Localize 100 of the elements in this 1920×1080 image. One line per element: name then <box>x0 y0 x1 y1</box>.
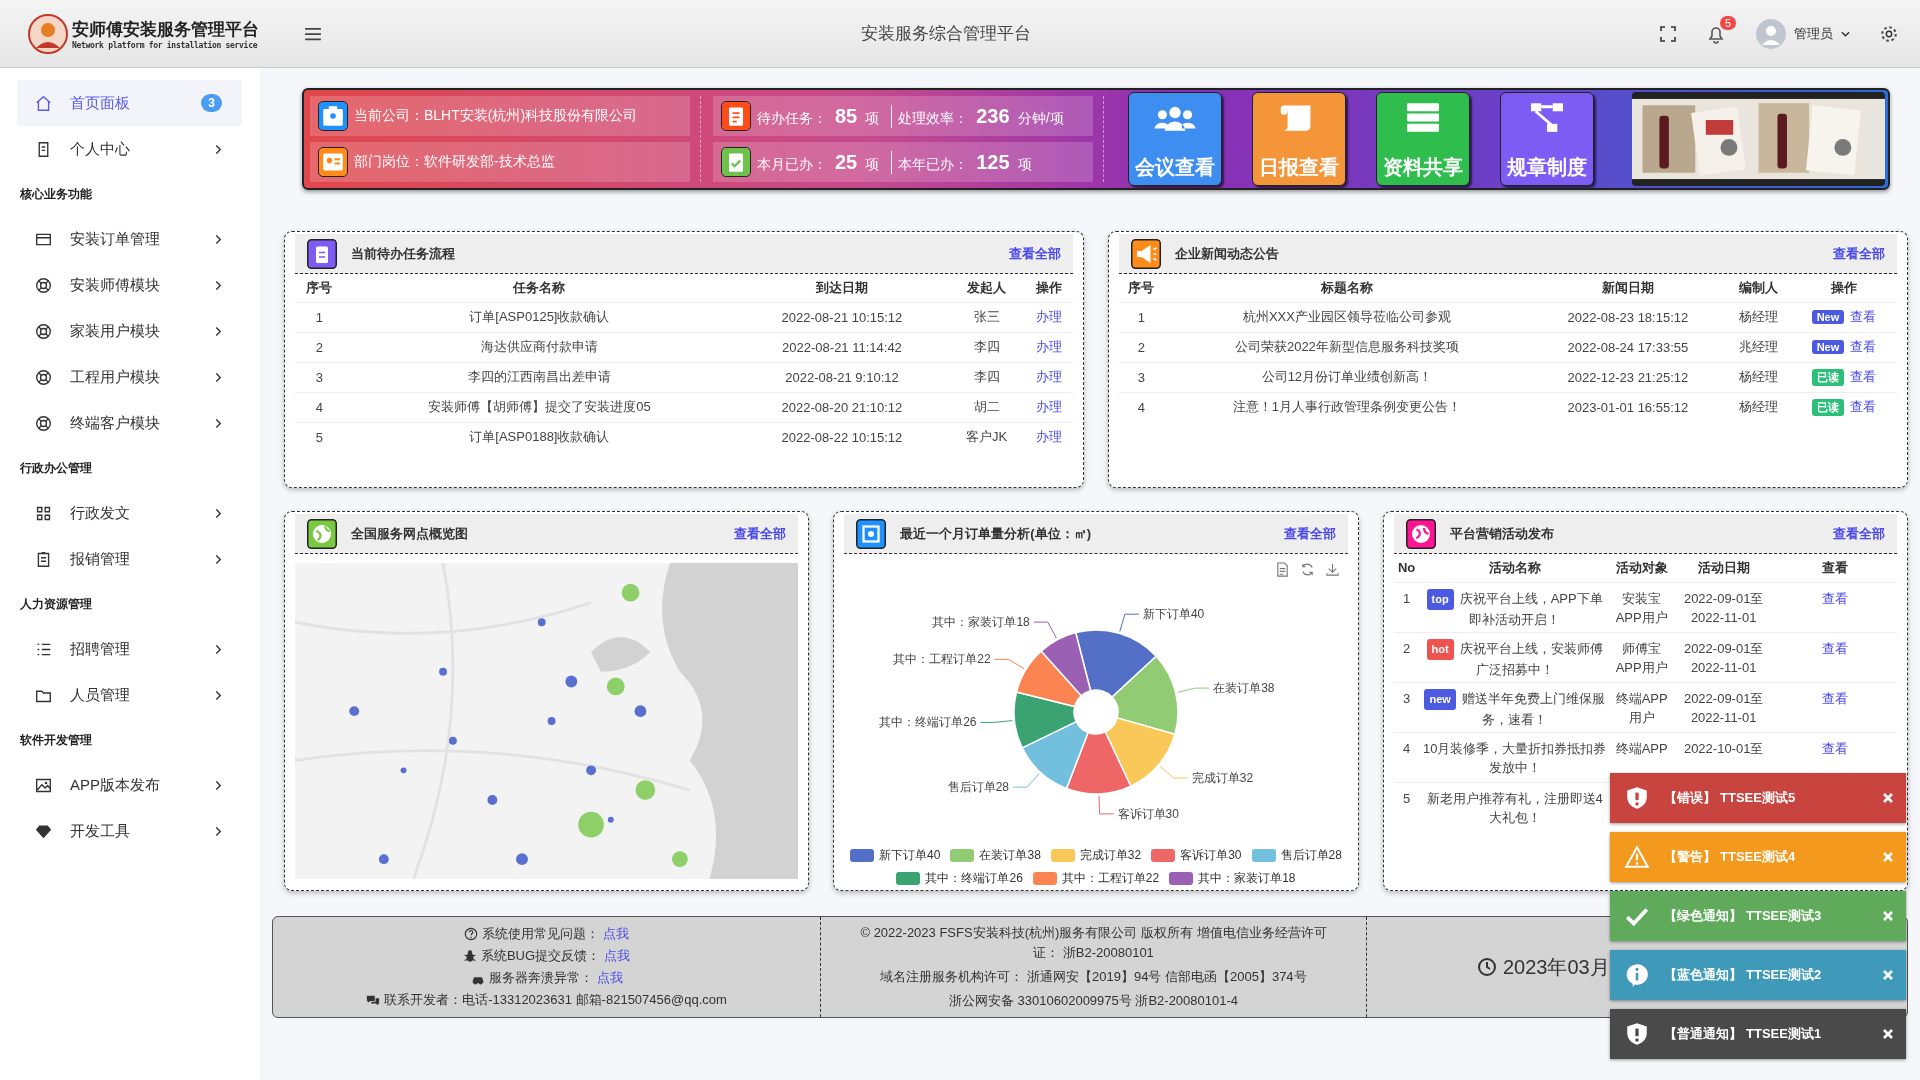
footer-link[interactable]: 点我 <box>604 947 631 965</box>
data-label: 其中：终端订单26 <box>879 715 977 730</box>
legend-swatch[interactable] <box>1151 849 1176 862</box>
leader-line <box>1119 613 1140 632</box>
fullscreen-icon[interactable] <box>1660 25 1676 42</box>
column-header: 操作 <box>1790 274 1897 302</box>
legend-label[interactable]: 新下订单40 <box>879 847 941 864</box>
legend-label[interactable]: 其中：家装订单18 <box>1198 870 1296 887</box>
table-cell: 2022-09-01至2022-11-01 <box>1673 582 1774 632</box>
bug-icon <box>462 949 477 963</box>
action-link[interactable]: 查看 <box>1850 309 1877 324</box>
column-header: 新闻日期 <box>1530 274 1726 302</box>
sidebar-item[interactable]: 安装师傅模块 <box>17 262 242 308</box>
sidebar-item[interactable]: 报销管理 <box>17 536 242 582</box>
data-label: 其中：工程订单22 <box>893 652 991 667</box>
leader-line <box>994 658 1025 670</box>
action-link[interactable]: 查看 <box>1849 369 1876 384</box>
legend-swatch[interactable] <box>850 849 875 862</box>
close-icon[interactable] <box>1882 1028 1894 1040</box>
sidebar-item[interactable]: 开发工具 <box>17 808 242 854</box>
action-link[interactable]: 查看 <box>1822 640 1849 656</box>
sidebar-item[interactable]: 人员管理 <box>17 672 242 718</box>
refresh-icon[interactable] <box>1299 562 1315 577</box>
sidebar-item[interactable]: APP版本发布 <box>17 762 242 808</box>
table-cell: 杨经理 <box>1725 302 1791 332</box>
sidebar-item[interactable]: 行政发文 <box>17 490 242 536</box>
legend-swatch[interactable] <box>1251 849 1276 862</box>
table-cell: 1 <box>1119 302 1164 332</box>
legend-swatch[interactable] <box>1032 872 1057 885</box>
info-icon <box>1624 962 1650 988</box>
action-link[interactable]: 办理 <box>1035 429 1062 445</box>
info-text: 部门岗位：软件研发部-技术总监 <box>354 153 555 171</box>
table-cell: 订单[ASP0125]收款确认 <box>343 302 736 332</box>
document-icon[interactable] <box>1274 562 1290 577</box>
chevron-icon <box>215 143 222 155</box>
caret-icon[interactable] <box>1841 30 1850 37</box>
status-tag: New <box>1811 340 1845 354</box>
column-header: 任务名称 <box>343 274 736 302</box>
settings-icon[interactable] <box>1880 24 1898 43</box>
table-cell: 2 <box>1119 332 1164 362</box>
footer-link[interactable]: 点我 <box>596 969 623 987</box>
legend-label[interactable]: 完成订单32 <box>1079 847 1142 864</box>
legend-swatch[interactable] <box>950 849 975 862</box>
stat-label: 处理效率： <box>898 109 969 128</box>
sidebar-item[interactable]: 首页面板 3 <box>17 80 242 126</box>
chevron-icon <box>215 279 222 291</box>
view-all-link[interactable]: 查看全部 <box>1833 524 1885 543</box>
menu-icon[interactable] <box>304 26 322 41</box>
legend-swatch[interactable] <box>1169 872 1194 885</box>
warning-icon <box>1624 844 1650 870</box>
table-cell: 3 <box>1119 362 1164 392</box>
legend-swatch[interactable] <box>1050 849 1075 862</box>
notification-badge: 5 <box>1719 15 1736 30</box>
legend-label[interactable]: 其中：终端订单26 <box>925 870 1023 887</box>
view-all-link[interactable]: 查看全部 <box>1833 244 1885 263</box>
action-link[interactable]: 查看 <box>1822 590 1849 606</box>
legend-swatch[interactable] <box>896 872 921 885</box>
action-link[interactable]: 办理 <box>1035 339 1062 354</box>
table-cell: 4 <box>1393 732 1420 782</box>
table-cell: 4 <box>295 392 344 422</box>
legend-label[interactable]: 在装订单38 <box>979 847 1041 864</box>
action-link[interactable]: 查看 <box>1850 339 1877 354</box>
action-link[interactable]: 查看 <box>1822 690 1849 706</box>
sidebar-item[interactable]: 招聘管理 <box>17 626 242 672</box>
table-cell: 2 <box>1393 632 1420 682</box>
action-link[interactable]: 查看 <box>1822 740 1849 756</box>
close-icon[interactable] <box>1882 792 1894 804</box>
footer-text: 系统使用常见问题： <box>482 925 599 943</box>
sidebar-item[interactable]: 工程用户模块 <box>17 354 242 400</box>
shortcut-tile[interactable]: 规章制度 <box>1500 92 1594 186</box>
sidebar-item[interactable]: 家装用户模块 <box>17 308 242 354</box>
sidebar-item[interactable]: 个人中心 <box>17 126 242 172</box>
table-cell: 海达供应商付款申请 <box>343 332 736 362</box>
legend-label[interactable]: 其中：工程订单22 <box>1061 870 1160 887</box>
activity-name: 赠送半年免费上门维保服务，速看！ <box>1461 690 1605 727</box>
view-all-link[interactable]: 查看全部 <box>734 524 787 543</box>
legend-label[interactable]: 售后订单28 <box>1280 847 1342 864</box>
legend-label[interactable]: 客诉订单30 <box>1180 847 1242 864</box>
action-link[interactable]: 办理 <box>1035 309 1062 324</box>
stat-value: 25 <box>835 150 858 174</box>
action-link[interactable]: 办理 <box>1035 399 1062 414</box>
table-cell: 2022-08-21 10:15:12 <box>735 302 949 332</box>
view-all-link[interactable]: 查看全部 <box>1283 524 1336 543</box>
column-header: No <box>1393 554 1420 582</box>
download-icon[interactable] <box>1324 562 1340 577</box>
view-all-link[interactable]: 查看全部 <box>1009 244 1061 263</box>
status-tag: top <box>1426 588 1454 610</box>
user-name[interactable]: 管理员 <box>1794 24 1833 43</box>
action-link[interactable]: 办理 <box>1035 369 1062 384</box>
footer-link[interactable]: 点我 <box>603 925 629 943</box>
sidebar-item[interactable]: 终端客户模块 <box>17 400 242 446</box>
table-cell: 2022-08-21 9:10:12 <box>735 362 949 392</box>
action-link[interactable]: 查看 <box>1849 399 1876 415</box>
sidebar-item[interactable]: 安装订单管理 <box>17 216 242 262</box>
data-label: 在装订单38 <box>1213 681 1275 696</box>
data-label: 售后订单28 <box>947 780 1009 795</box>
stat-unit: 项 <box>865 155 880 174</box>
table-cell: 注意！1月人事行政管理条例变更公告！ <box>1163 392 1531 422</box>
shortcut-tile[interactable]: 会议查看 <box>1128 92 1222 186</box>
stat-label: 待办任务： <box>757 109 827 128</box>
